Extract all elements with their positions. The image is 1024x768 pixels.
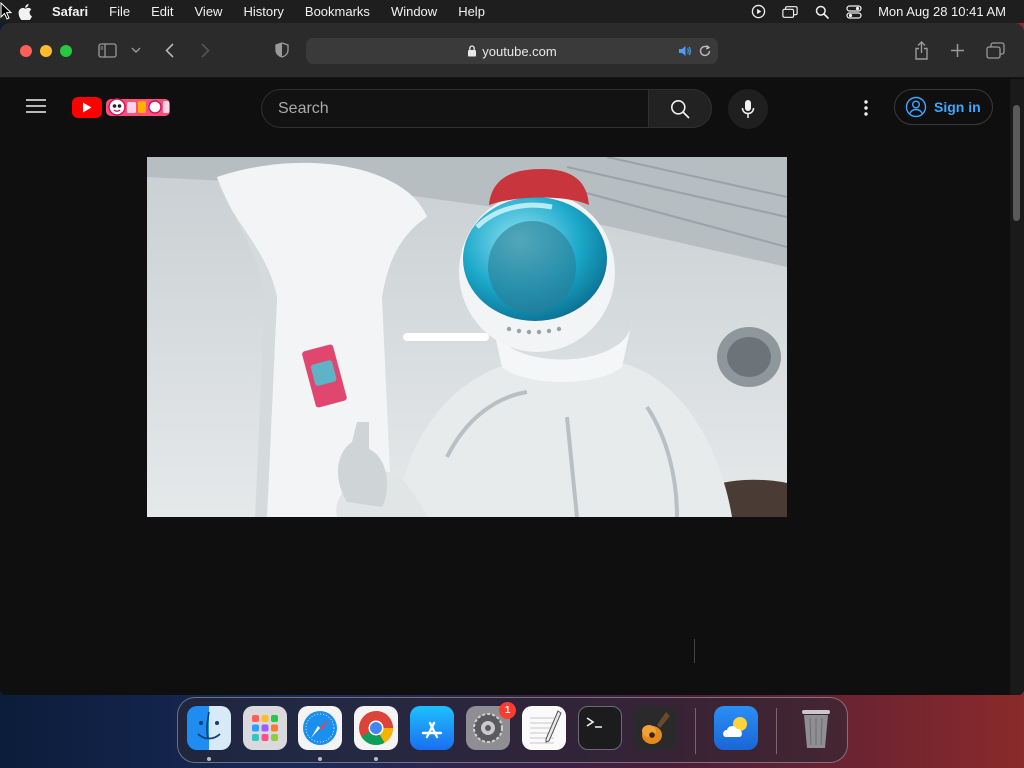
dock-separator	[695, 708, 696, 754]
menu-file[interactable]: File	[109, 4, 130, 19]
dock-chrome-icon[interactable]	[354, 706, 398, 750]
settings-notification-badge: 1	[499, 702, 516, 719]
forward-chevron-icon[interactable]	[198, 40, 212, 60]
dock-weather-icon[interactable]	[714, 706, 758, 750]
dock-running-indicator	[207, 757, 211, 761]
window-zoom-button[interactable]	[60, 45, 72, 57]
hamburger-menu-icon[interactable]	[26, 98, 46, 114]
mouse-cursor-icon	[0, 2, 12, 20]
divider-line	[694, 639, 695, 663]
reload-icon[interactable]	[698, 44, 712, 58]
microphone-icon	[741, 100, 755, 118]
dock-textedit-icon[interactable]	[522, 706, 566, 750]
dock-terminal-icon[interactable]	[578, 706, 622, 750]
apple-menu-icon[interactable]	[18, 3, 34, 20]
sign-in-label: Sign in	[934, 99, 981, 115]
menu-bookmarks[interactable]: Bookmarks	[305, 4, 370, 19]
youtube-doodle-logo-icon	[106, 98, 170, 116]
tab-group-chevron-down-icon[interactable]	[130, 40, 142, 60]
dock-separator	[776, 708, 777, 754]
voice-search-button[interactable]	[728, 89, 768, 129]
dock-safari-icon[interactable]	[298, 706, 342, 750]
screen-mirroring-icon[interactable]	[782, 4, 798, 20]
menu-bar: Safari File Edit View History Bookmarks …	[0, 0, 1024, 23]
privacy-shield-icon[interactable]	[274, 40, 290, 60]
tab-audio-speaker-icon[interactable]	[678, 44, 692, 58]
window-minimize-button[interactable]	[40, 45, 52, 57]
search-button[interactable]	[648, 89, 712, 128]
dock-trash-icon[interactable]	[794, 706, 838, 750]
control-center-icon[interactable]	[846, 4, 862, 20]
lock-icon	[467, 45, 477, 57]
youtube-logo[interactable]	[72, 96, 173, 118]
search-placeholder: Search	[278, 99, 329, 117]
back-chevron-icon[interactable]	[162, 40, 176, 60]
more-options-button[interactable]	[856, 97, 876, 119]
user-avatar-icon	[905, 96, 927, 118]
address-url: youtube.com	[482, 43, 557, 59]
dock-garageband-icon[interactable]	[634, 706, 678, 750]
youtube-play-logo-icon	[72, 96, 102, 118]
page-scrollbar-thumb[interactable]	[1013, 105, 1020, 221]
new-tab-plus-icon[interactable]	[948, 40, 966, 60]
dock-running-indicator	[318, 757, 322, 761]
menu-app-safari[interactable]: Safari	[52, 4, 88, 19]
menu-window[interactable]: Window	[391, 4, 437, 19]
spotlight-search-icon[interactable]	[814, 4, 830, 20]
search-icon	[671, 99, 690, 119]
video-frame-astronaut-image	[147, 157, 787, 517]
window-close-button[interactable]	[20, 45, 32, 57]
tab-overview-icon[interactable]	[985, 40, 1005, 60]
vertical-dots-icon	[864, 100, 868, 116]
sidebar-toggle-icon[interactable]	[97, 40, 117, 60]
menu-clock[interactable]: Mon Aug 28 10:41 AM	[878, 4, 1006, 19]
safari-window: youtube.com Search Sign in	[0, 23, 1024, 695]
search-input[interactable]: Search	[261, 89, 649, 128]
video-player[interactable]	[147, 157, 787, 517]
safari-toolbar: youtube.com	[0, 23, 1024, 78]
dock-launchpad-icon[interactable]	[243, 706, 287, 750]
dock-running-indicator	[374, 757, 378, 761]
share-icon[interactable]	[912, 40, 930, 60]
address-bar[interactable]: youtube.com	[306, 38, 718, 64]
menu-view[interactable]: View	[195, 4, 223, 19]
dock-finder-icon[interactable]	[187, 706, 231, 750]
sign-in-button[interactable]: Sign in	[894, 89, 993, 125]
dock: 1	[177, 697, 848, 763]
youtube-page: Search Sign in	[0, 79, 1024, 695]
menu-edit[interactable]: Edit	[151, 4, 173, 19]
dock-app-store-icon[interactable]	[410, 706, 454, 750]
menu-history[interactable]: History	[243, 4, 283, 19]
now-playing-icon[interactable]	[750, 4, 766, 20]
menu-help[interactable]: Help	[458, 4, 485, 19]
